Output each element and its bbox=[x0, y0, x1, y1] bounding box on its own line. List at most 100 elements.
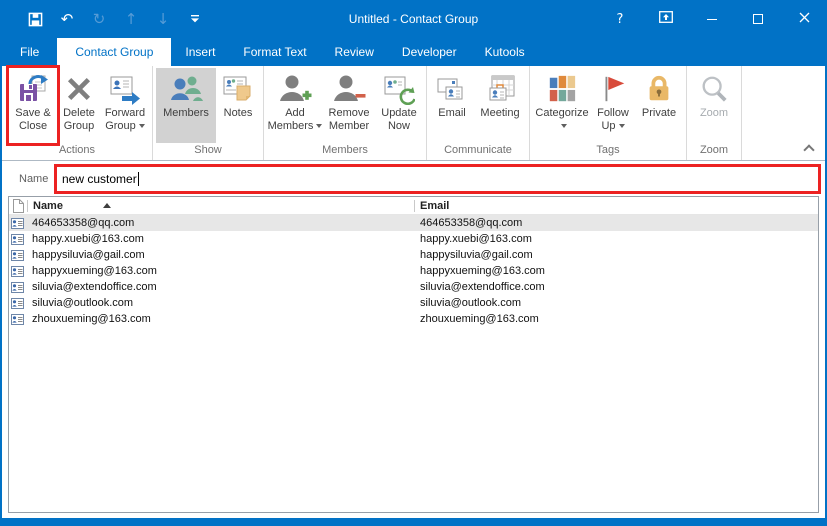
group-label-tags: Tags bbox=[596, 144, 620, 156]
forward-group-button[interactable]: Forward Group bbox=[101, 68, 149, 143]
column-header-name[interactable]: Name bbox=[33, 200, 63, 212]
contact-name: siluvia@extendoffice.com bbox=[32, 281, 157, 293]
tab-developer[interactable]: Developer bbox=[388, 38, 471, 66]
save-and-close-label: Save & Close bbox=[15, 107, 51, 132]
tab-insert[interactable]: Insert bbox=[171, 38, 229, 66]
email-icon bbox=[436, 71, 468, 107]
collapse-ribbon-icon[interactable] bbox=[805, 144, 813, 152]
contact-card-icon bbox=[11, 233, 26, 245]
quick-access-toolbar: ↶ ↻ ↑ ↓ bbox=[26, 10, 204, 28]
email-button[interactable]: Email bbox=[430, 68, 474, 143]
contact-list: Name Email 464653358@qq.com 464653358@qq… bbox=[8, 196, 819, 513]
contact-email: 464653358@qq.com bbox=[420, 217, 523, 229]
members-button[interactable]: Members bbox=[156, 68, 216, 143]
minimize-button[interactable] bbox=[689, 0, 735, 38]
tab-review[interactable]: Review bbox=[321, 38, 388, 66]
name-field-label: Name bbox=[19, 172, 49, 185]
contact-row[interactable]: happy.xuebi@163.com happy.xuebi@163.com bbox=[9, 231, 818, 247]
titlebar: ↶ ↻ ↑ ↓ Untitled - Contact Group ? bbox=[0, 0, 827, 38]
contact-email: happysiluvia@gail.com bbox=[420, 249, 533, 261]
email-label: Email bbox=[438, 107, 466, 119]
ribbon-spacer bbox=[742, 66, 825, 160]
contact-name: zhouxueming@163.com bbox=[32, 313, 151, 325]
forward-group-icon bbox=[109, 71, 141, 107]
contact-name: happyxueming@163.com bbox=[32, 265, 157, 277]
follow-up-label: Follow Up bbox=[597, 107, 629, 132]
window-controls: ? bbox=[597, 0, 827, 38]
contact-row[interactable]: siluvia@outlook.com siluvia@outlook.com bbox=[9, 295, 818, 311]
categorize-button[interactable]: Categorize bbox=[533, 68, 591, 143]
ribbon-tab-bar: File Contact Group Insert Format Text Re… bbox=[2, 38, 825, 66]
ribbon-group-communicate: Email Meeting Communicate bbox=[427, 66, 530, 160]
meeting-icon bbox=[484, 71, 516, 107]
undo-icon[interactable]: ↶ bbox=[58, 10, 76, 28]
update-now-label: Update Now bbox=[381, 107, 417, 132]
customize-quick-access-icon[interactable] bbox=[186, 10, 204, 28]
contact-email: siluvia@extendoffice.com bbox=[420, 281, 545, 293]
meeting-button[interactable]: Meeting bbox=[474, 68, 526, 143]
contact-row[interactable]: happysiluvia@gail.com happysiluvia@gail.… bbox=[9, 247, 818, 263]
notes-button[interactable]: Notes bbox=[216, 68, 260, 143]
remove-member-button[interactable]: Remove Member bbox=[323, 68, 375, 143]
contact-card-icon bbox=[11, 249, 26, 261]
delete-group-label: Delete Group bbox=[63, 107, 95, 132]
add-members-button[interactable]: Add Members bbox=[267, 68, 323, 143]
column-header-email[interactable]: Email bbox=[420, 200, 449, 212]
move-up-icon[interactable]: ↑ bbox=[122, 10, 140, 28]
zoom-icon bbox=[699, 71, 729, 107]
members-icon bbox=[169, 71, 203, 107]
tab-file[interactable]: File bbox=[2, 38, 57, 66]
maximize-button[interactable] bbox=[735, 0, 781, 38]
contact-email: siluvia@outlook.com bbox=[420, 297, 522, 309]
ribbon-group-actions: Save & Close Delete Group Forward Group … bbox=[2, 65, 153, 160]
meeting-label: Meeting bbox=[480, 107, 520, 119]
contact-row[interactable]: siluvia@extendoffice.com siluvia@extendo… bbox=[9, 279, 818, 295]
move-down-icon[interactable]: ↓ bbox=[154, 10, 172, 28]
contact-name: siluvia@outlook.com bbox=[32, 297, 134, 309]
close-icon bbox=[799, 12, 810, 27]
contact-row[interactable]: zhouxueming@163.com zhouxueming@163.com bbox=[9, 311, 818, 327]
follow-up-button[interactable]: Follow Up bbox=[591, 68, 635, 143]
save-and-close-button[interactable]: Save & Close bbox=[6, 65, 60, 146]
ribbon-display-options-icon bbox=[659, 11, 673, 27]
column-divider[interactable] bbox=[414, 200, 415, 212]
group-label-actions: Actions bbox=[58, 144, 96, 156]
close-button[interactable] bbox=[781, 0, 827, 38]
tab-format-text[interactable]: Format Text bbox=[229, 38, 320, 66]
delete-group-icon bbox=[64, 71, 94, 107]
help-icon: ? bbox=[616, 11, 624, 27]
save-and-close-icon bbox=[17, 71, 49, 107]
contact-name: happy.xuebi@163.com bbox=[32, 233, 144, 245]
tab-contact-group[interactable]: Contact Group bbox=[57, 38, 172, 66]
contact-name: 464653358@qq.com bbox=[32, 217, 135, 229]
ribbon-display-options-button[interactable] bbox=[643, 0, 689, 38]
delete-group-button[interactable]: Delete Group bbox=[57, 68, 101, 143]
contact-card-icon bbox=[11, 297, 26, 309]
save-icon[interactable] bbox=[26, 10, 44, 28]
contact-email: happyxueming@163.com bbox=[420, 265, 545, 277]
contact-row[interactable]: happyxueming@163.com happyxueming@163.co… bbox=[9, 263, 818, 279]
column-divider[interactable] bbox=[27, 199, 28, 212]
private-button[interactable]: Private bbox=[635, 68, 683, 143]
group-name-input[interactable]: new customer bbox=[54, 163, 821, 194]
contact-list-header: Name Email bbox=[9, 197, 818, 215]
contact-row[interactable]: 464653358@qq.com 464653358@qq.com bbox=[9, 215, 818, 231]
help-button[interactable]: ? bbox=[597, 0, 643, 38]
contact-card-icon bbox=[11, 265, 26, 277]
dropdown-arrow-icon bbox=[316, 124, 323, 129]
tab-kutools[interactable]: Kutools bbox=[471, 38, 539, 66]
update-now-button[interactable]: Update Now bbox=[375, 68, 423, 143]
add-members-label: Add Members bbox=[267, 107, 323, 133]
redo-icon[interactable]: ↻ bbox=[90, 10, 108, 28]
zoom-button[interactable]: Zoom bbox=[690, 68, 738, 143]
dropdown-arrow-icon bbox=[560, 124, 567, 129]
contact-card-icon bbox=[11, 281, 26, 293]
contact-list-body: 464653358@qq.com 464653358@qq.com happy.… bbox=[9, 215, 818, 327]
add-members-icon bbox=[278, 71, 312, 107]
ribbon-group-members: Add Members Remove Member Update Now Mem… bbox=[264, 66, 427, 160]
dropdown-arrow-icon bbox=[618, 124, 625, 129]
item-type-icon bbox=[12, 198, 27, 213]
forward-group-label: Forward Group bbox=[104, 107, 146, 132]
minimize-icon bbox=[707, 18, 717, 20]
contact-card-icon bbox=[11, 313, 26, 325]
